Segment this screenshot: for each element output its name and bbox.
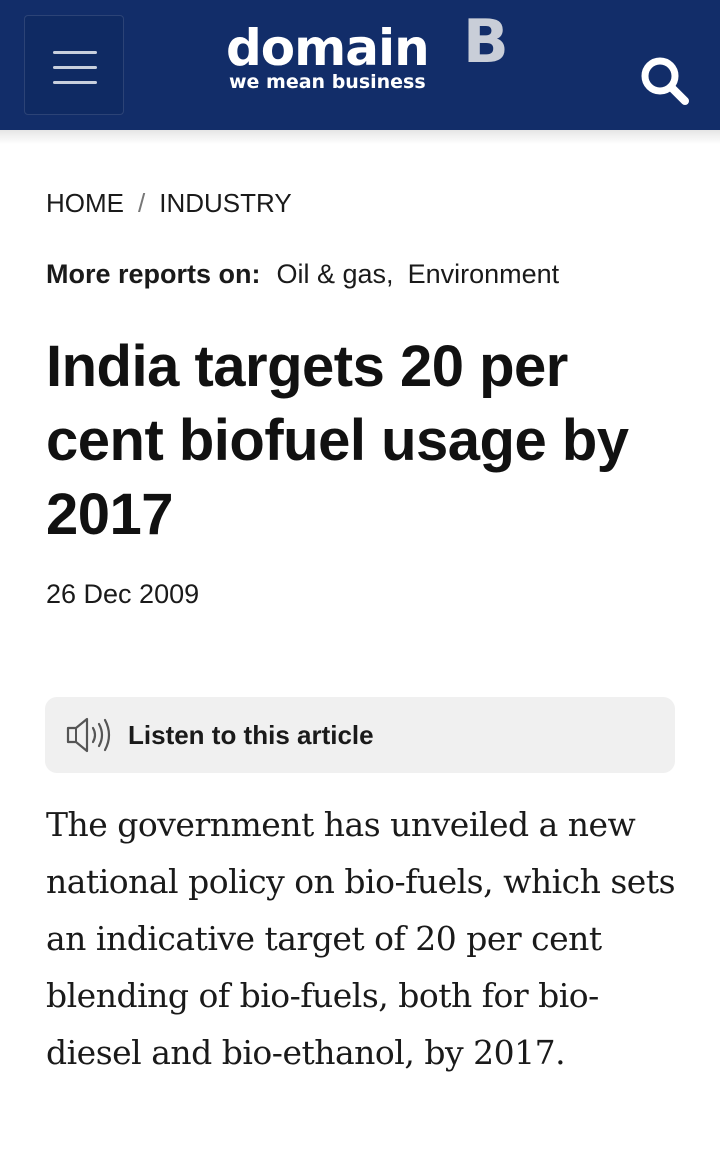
hamburger-menu-icon-bar [53,81,97,84]
hamburger-menu-icon [53,51,97,54]
breadcrumb-industry[interactable]: INDUSTRY [159,188,291,218]
article-date: 26 Dec 2009 [46,579,200,609]
breadcrumb-home[interactable]: HOME [46,188,124,218]
logo-tagline: we mean business [229,71,426,93]
search-icon [641,57,689,105]
search-button[interactable] [636,52,696,112]
site-logo[interactable]: domain B we mean business [226,10,526,106]
menu-button[interactable] [24,15,124,115]
tag-oil-gas[interactable]: Oil & gas, [277,259,394,289]
listen-label: Listen to this article [128,720,374,750]
breadcrumb-separator: / [138,188,146,218]
article-title: India targets 20 per cent biofuel usage … [46,334,629,547]
article-body: The government has unveiled a new nation… [46,805,676,1072]
hamburger-menu-icon-bar [53,66,97,69]
speaker-icon [66,717,111,753]
related-reports: More reports on: Oil & gas, Environment [46,256,573,292]
breadcrumb: HOME / INDUSTRY [46,186,292,220]
logo-letter-b: B [463,7,509,77]
site-header: domain B we mean business [0,0,720,144]
listen-to-article-button[interactable]: Listen to this article [45,697,675,773]
tag-environment[interactable]: Environment [408,259,560,289]
related-reports-label: More reports on: [46,259,261,289]
